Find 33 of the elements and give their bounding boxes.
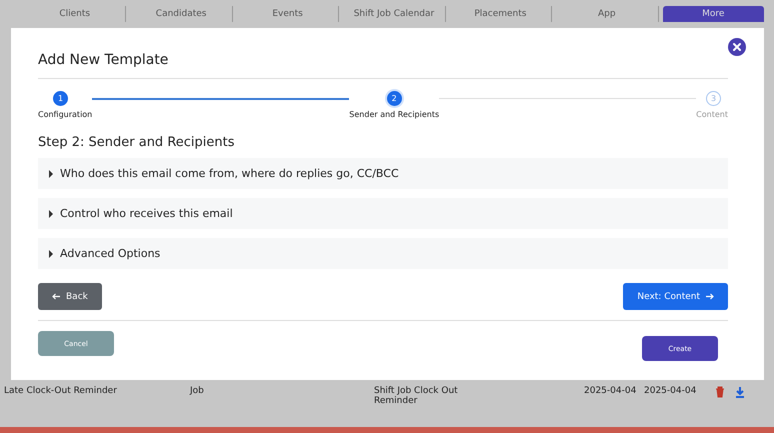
table-cell-text: Job xyxy=(190,386,205,396)
step-heading: Step 2: Sender and Recipients xyxy=(38,135,236,150)
step-label: Sender and Recipients xyxy=(349,110,440,119)
step-label: Configuration xyxy=(38,110,92,119)
accordion-section[interactable]: Who does this email come from, where do replies go, CC/BCC xyxy=(38,158,728,189)
nav-tab[interactable]: Clients xyxy=(24,6,126,22)
table-cell-text: 2025-04-04 xyxy=(584,386,638,396)
nav-tab[interactable]: More xyxy=(662,6,764,22)
nav-tab[interactable]: Candidates xyxy=(130,6,233,22)
step-number: 2 xyxy=(386,91,402,106)
table-cell-text: Late Clock-Out Reminder xyxy=(4,386,118,396)
arrow-right-icon xyxy=(706,293,714,300)
accordion-section[interactable]: Advanced Options xyxy=(38,238,728,269)
nav-tab[interactable]: Shift Job Calendar xyxy=(343,6,446,22)
nav-tab[interactable]: App xyxy=(556,6,659,22)
arrow-left-icon xyxy=(52,293,60,300)
download-icon[interactable] xyxy=(734,386,746,398)
modal-title: Add New Template xyxy=(38,52,170,68)
next-button[interactable]: Next: Content xyxy=(623,283,728,310)
caret-icon xyxy=(48,250,54,258)
caret-icon xyxy=(48,210,54,218)
table-cell-text: Shift Job Clock Out Reminder xyxy=(374,386,459,406)
table-cell-text: 2025-04-04 xyxy=(644,386,698,396)
trash-icon[interactable] xyxy=(714,386,726,398)
step-label: Content xyxy=(696,110,728,119)
accordion-section[interactable]: Control who receives this email xyxy=(38,198,728,229)
step-number: 3 xyxy=(706,91,721,106)
nav-tab[interactable]: Placements xyxy=(450,6,552,22)
back-button[interactable]: Back xyxy=(38,283,102,310)
nav-tab[interactable]: Events xyxy=(236,6,340,22)
close-icon[interactable] xyxy=(728,38,746,56)
step-number: 1 xyxy=(53,91,68,106)
caret-icon xyxy=(48,170,54,178)
